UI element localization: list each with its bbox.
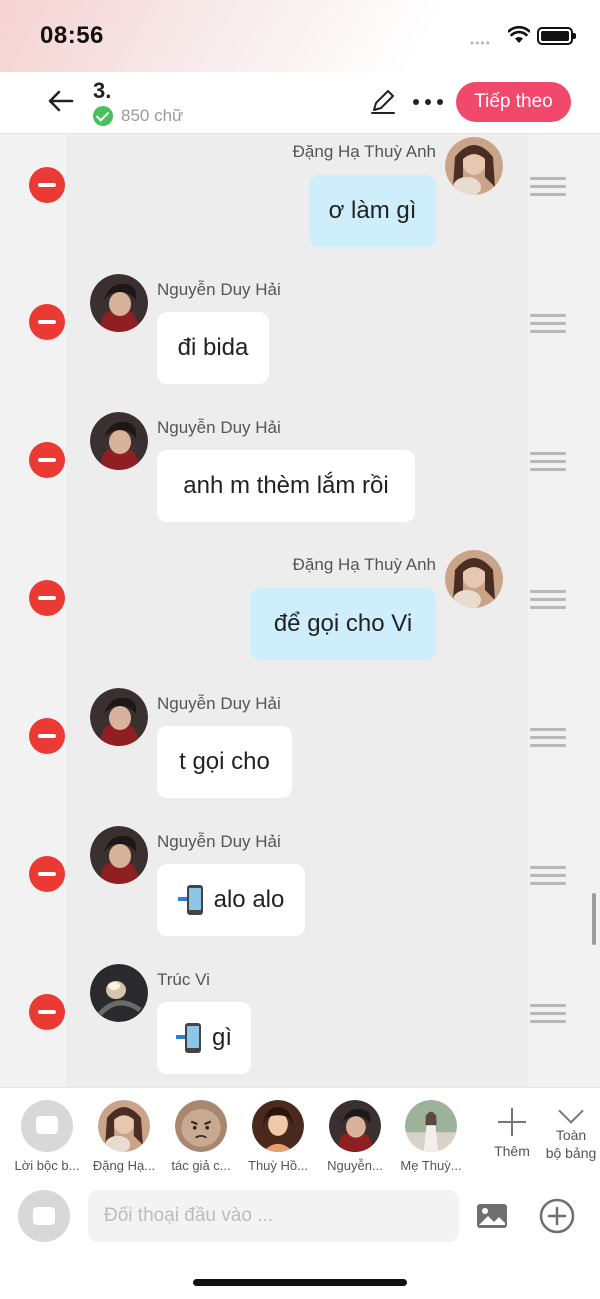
drag-handle-icon[interactable] [530,1004,566,1024]
avatar [90,274,148,332]
character-label: Mẹ Thuỳ... [400,1158,462,1173]
speaker-name: Nguyễn Duy Hải [157,832,281,851]
avatar [445,137,503,195]
character-label: Lời bộc b... [14,1158,80,1173]
message-bubble[interactable]: alo alo [157,864,305,936]
add-character-button[interactable]: Thêm [490,1108,534,1160]
delete-line-button[interactable] [29,167,65,203]
status-bar: 08:56 •••• [0,0,600,72]
character-item[interactable]: Mẹ Thuỳ... [393,1100,469,1173]
phone-call-icon [177,885,204,915]
all-board-button[interactable]: Toàn bộ bảng [540,1098,600,1162]
delete-line-button[interactable] [29,994,65,1030]
speaker-name: Nguyễn Duy Hải [157,694,281,713]
message-text: ơ làm gì [328,197,417,224]
delete-line-button[interactable] [29,442,65,478]
message-text: để gọi cho Vi [273,610,413,637]
message-bubble[interactable]: đi bida [157,312,269,384]
character-label: Thuỳ Hồ... [248,1158,308,1173]
character-label: Nguyễn... [327,1158,383,1173]
image-icon[interactable] [476,1203,508,1229]
message-text: đi bida [177,334,249,361]
speaker-name: Đặng Hạ Thuỳ Anh [292,555,436,574]
delete-line-button[interactable] [29,856,65,892]
signal-icon: •••• [470,36,491,50]
message-text: t gọi cho [179,748,270,775]
character-item[interactable]: Nguyễn... [317,1100,393,1173]
message-text: gì [211,1024,232,1051]
message-bubble[interactable]: anh m thèm lắm rồi [157,450,415,522]
message-bubble[interactable]: gì [157,1002,251,1074]
dialogue-list[interactable]: Đặng Hạ Thuỳ Anh ơ làm gì Nguyễn Duy Hải… [0,135,600,1087]
avatar [252,1100,304,1152]
word-count: 850 chữ [121,106,184,125]
avatar [90,688,148,746]
battery-icon [537,27,576,45]
speaker-name: Nguyễn Duy Hải [157,418,281,437]
check-icon [93,106,113,126]
input-bar [0,1179,600,1299]
drag-handle-icon[interactable] [530,177,566,197]
narrator-icon [21,1100,73,1152]
wifi-icon [508,26,530,43]
message-bubble[interactable]: t gọi cho [157,726,292,798]
drag-handle-icon[interactable] [530,452,566,472]
board-label: Toàn bộ bảng [545,1127,597,1161]
chapter-title: 3. [93,78,112,103]
message-text: alo alo [213,886,285,913]
back-arrow-icon[interactable] [46,86,76,116]
chevron-down-icon [558,1098,584,1124]
next-button[interactable]: Tiếp theo [456,82,571,122]
avatar [90,826,148,884]
add-label: Thêm [494,1143,530,1159]
character-label: tác giả c... [171,1158,231,1173]
home-indicator[interactable] [193,1279,407,1286]
add-circle-icon[interactable] [539,1198,575,1234]
drag-handle-icon[interactable] [530,314,566,334]
avatar [175,1100,227,1152]
avatar [329,1100,381,1152]
drag-handle-icon[interactable] [530,728,566,748]
avatar [98,1100,150,1152]
drag-handle-icon[interactable] [530,590,566,610]
character-narrator[interactable]: Lời bộc b... [9,1100,85,1173]
dialogue-input[interactable] [88,1190,459,1242]
phone-call-icon [175,1023,202,1053]
character-label: Đặng Hạ... [92,1158,156,1173]
editor-header: 3. 850 chữ Tiếp theo [0,72,600,134]
message-text: anh m thèm lắm rồi [183,472,389,499]
pencil-icon[interactable] [369,88,397,116]
avatar [90,964,148,1022]
delete-line-button[interactable] [29,718,65,754]
drag-handle-icon[interactable] [530,866,566,886]
avatar [90,412,148,470]
message-bubble[interactable]: để gọi cho Vi [250,588,436,660]
speaker-name: Đặng Hạ Thuỳ Anh [292,142,436,161]
avatar [405,1100,457,1152]
character-item[interactable]: tác giả c... [163,1100,239,1173]
delete-line-button[interactable] [29,580,65,616]
speaker-name: Nguyễn Duy Hải [157,280,281,299]
plus-icon [498,1108,526,1136]
delete-line-button[interactable] [29,304,65,340]
character-bar: Lời bộc b... Đặng Hạ... tác giả c... Thu… [0,1087,600,1179]
narrator-toggle-button[interactable] [18,1190,70,1242]
message-bubble[interactable]: ơ làm gì [309,175,436,247]
scrollbar[interactable] [592,893,596,945]
avatar [445,550,503,608]
character-item[interactable]: Đặng Hạ... [86,1100,162,1173]
speaker-name: Trúc Vi [157,970,210,989]
character-item[interactable]: Thuỳ Hồ... [240,1100,316,1173]
status-time: 08:56 [40,22,104,49]
more-options-icon[interactable] [410,88,446,116]
